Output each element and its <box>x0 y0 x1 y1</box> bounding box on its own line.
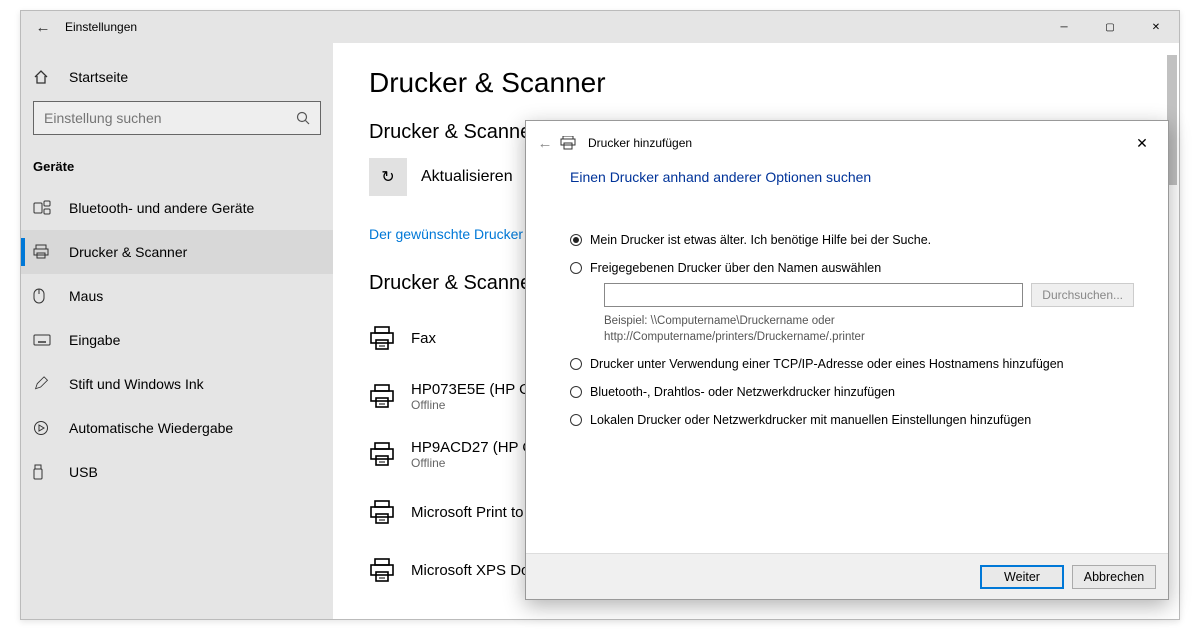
radio-icon <box>570 386 582 398</box>
next-button[interactable]: Weiter <box>980 565 1064 589</box>
cancel-button[interactable]: Abbrechen <box>1072 565 1156 589</box>
maximize-button[interactable]: ▢ <box>1087 11 1133 43</box>
sidebar-item-label: Stift und Windows Ink <box>69 376 204 392</box>
sidebar-item-printers[interactable]: Drucker & Scanner <box>21 230 333 274</box>
shared-printer-input[interactable] <box>604 283 1023 307</box>
option-tcpip[interactable]: Drucker unter Verwendung einer TCP/IP-Ad… <box>570 357 1134 371</box>
radio-icon <box>570 358 582 370</box>
printer-icon <box>369 441 397 467</box>
close-button[interactable]: ✕ <box>1133 11 1179 43</box>
search-input[interactable] <box>44 110 296 126</box>
sidebar-item-autoplay[interactable]: Automatische Wiedergabe <box>21 406 333 450</box>
sidebar-item-bluetooth[interactable]: Bluetooth- und andere Geräte <box>21 186 333 230</box>
browse-button[interactable]: Durchsuchen... <box>1031 283 1134 307</box>
radio-selected-icon <box>570 234 582 246</box>
sidebar-item-mouse[interactable]: Maus <box>21 274 333 318</box>
refresh-icon: ↻ <box>381 167 394 187</box>
option-label: Lokalen Drucker oder Netzwerkdrucker mit… <box>590 413 1134 427</box>
sidebar-item-typing[interactable]: Eingabe <box>21 318 333 362</box>
pen-icon <box>33 376 51 392</box>
section-label: Geräte <box>21 153 333 186</box>
sidebar-item-usb[interactable]: USB <box>21 450 333 494</box>
printer-status: Offline <box>411 456 538 470</box>
refresh-button[interactable]: ↻ <box>369 158 407 196</box>
printer-icon <box>33 244 51 260</box>
sidebar-item-label: Drucker & Scanner <box>69 244 187 260</box>
printer-name: HP073E5E (HP Off <box>411 381 539 398</box>
home-link[interactable]: Startseite <box>21 63 333 91</box>
example-text-1: Beispiel: \\Computername\Druckername ode… <box>604 313 1134 329</box>
dialog-heading: Einen Drucker anhand anderer Optionen su… <box>570 169 1134 185</box>
sidebar-item-label: Maus <box>69 288 103 304</box>
window-title: Einstellungen <box>65 20 1041 34</box>
printer-icon <box>369 499 397 525</box>
refresh-label: Aktualisieren <box>421 168 513 186</box>
printer-icon <box>369 325 397 351</box>
add-printer-dialog: ← Drucker hinzufügen ✕ Einen Drucker anh… <box>525 120 1169 600</box>
option-label: Drucker unter Verwendung einer TCP/IP-Ad… <box>590 357 1134 371</box>
option-label: Freigegebenen Drucker über den Namen aus… <box>590 261 1134 275</box>
printer-icon <box>369 383 397 409</box>
printer-icon <box>560 136 582 150</box>
keyboard-icon <box>33 334 51 346</box>
mouse-icon <box>33 288 51 304</box>
printer-name: HP9ACD27 (HP Of <box>411 439 538 456</box>
search-box[interactable] <box>33 101 321 135</box>
printer-icon <box>369 557 397 583</box>
option-bluetooth[interactable]: Bluetooth-, Drahtlos- oder Netzwerkdruck… <box>570 385 1134 399</box>
titlebar: ← Einstellungen ─ ▢ ✕ <box>21 11 1179 43</box>
home-icon <box>33 69 51 85</box>
option-shared-printer[interactable]: Freigegebenen Drucker über den Namen aus… <box>570 261 1134 275</box>
dialog-back-button[interactable]: ← <box>530 135 560 152</box>
devices-icon <box>33 200 51 216</box>
dialog-titlebar: ← Drucker hinzufügen ✕ <box>526 121 1168 165</box>
sidebar-item-label: Eingabe <box>69 332 120 348</box>
option-local[interactable]: Lokalen Drucker oder Netzwerkdrucker mit… <box>570 413 1134 427</box>
option-label: Bluetooth-, Drahtlos- oder Netzwerkdruck… <box>590 385 1134 399</box>
radio-icon <box>570 414 582 426</box>
dialog-footer: Weiter Abbrechen <box>526 553 1168 599</box>
home-label: Startseite <box>69 69 128 85</box>
printer-status: Offline <box>411 398 539 412</box>
sidebar-item-label: Bluetooth- und andere Geräte <box>69 200 254 216</box>
sidebar-item-pen[interactable]: Stift und Windows Ink <box>21 362 333 406</box>
sidebar-item-label: Automatische Wiedergabe <box>69 420 233 436</box>
printer-name: Microsoft Print to <box>411 504 524 521</box>
back-button[interactable]: ← <box>21 19 65 36</box>
example-text-2: http://Computername/printers/Druckername… <box>604 329 1134 345</box>
radio-icon <box>570 262 582 274</box>
dialog-close-button[interactable]: ✕ <box>1120 135 1164 152</box>
minimize-button[interactable]: ─ <box>1041 11 1087 43</box>
page-title: Drucker & Scanner <box>369 67 1155 99</box>
sidebar: Startseite Geräte Bluetooth- und andere … <box>21 43 333 619</box>
search-icon <box>296 111 310 125</box>
option-label: Mein Drucker ist etwas älter. Ich benöti… <box>590 233 1134 247</box>
sidebar-item-label: USB <box>69 464 98 480</box>
usb-icon <box>33 464 51 480</box>
printer-name: Fax <box>411 330 436 347</box>
option-older-printer[interactable]: Mein Drucker ist etwas älter. Ich benöti… <box>570 233 1134 247</box>
dialog-title: Drucker hinzufügen <box>588 136 692 150</box>
autoplay-icon <box>33 420 51 436</box>
